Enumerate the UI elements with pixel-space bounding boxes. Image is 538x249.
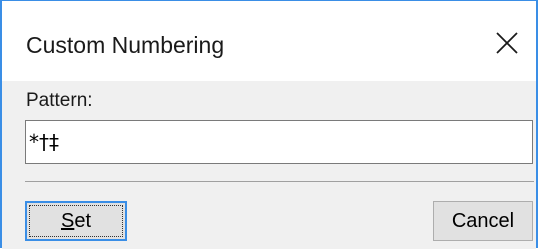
cancel-button[interactable]: Cancel [433, 201, 533, 241]
custom-numbering-dialog: Custom Numbering Pattern: Set Cancel [0, 0, 538, 249]
pattern-label: Pattern: [26, 90, 93, 111]
dialog-body: Pattern: Set Cancel [2, 81, 536, 249]
dialog-title: Custom Numbering [26, 32, 225, 58]
focus-ring [29, 205, 123, 237]
close-icon[interactable] [492, 28, 522, 58]
title-bar[interactable]: Custom Numbering [2, 1, 536, 81]
pattern-input[interactable] [25, 120, 533, 164]
set-button[interactable]: Set [25, 201, 127, 241]
divider [25, 181, 534, 182]
